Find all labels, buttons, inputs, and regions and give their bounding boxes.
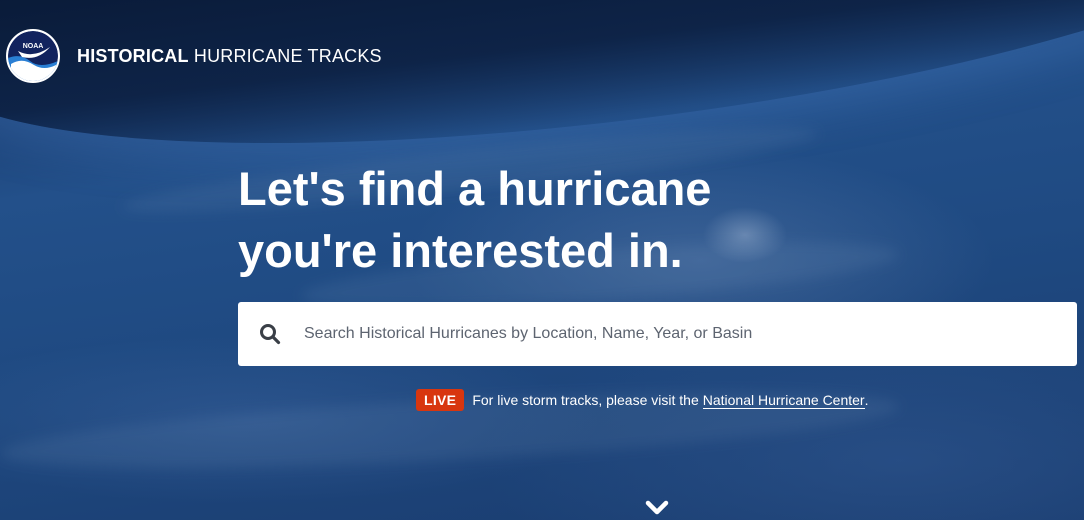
site-title[interactable]: HISTORICAL HURRICANE TRACKS [77, 46, 382, 67]
headline-line-1: Let's find a hurricane [238, 162, 712, 215]
hero-section: NOAA HISTORICAL HURRICANE TRACKS Let's f… [0, 0, 1084, 520]
search-icon[interactable] [238, 323, 302, 345]
live-notice-suffix: . [864, 392, 869, 408]
search-input[interactable] [302, 313, 1046, 355]
headline-line-2: you're interested in. [238, 224, 683, 277]
noaa-logo[interactable]: NOAA [6, 29, 60, 83]
search-bar[interactable] [238, 302, 1077, 366]
national-hurricane-center-link[interactable]: National Hurricane Center [702, 392, 865, 409]
live-notice-text: For live storm tracks, please visit the [472, 392, 699, 408]
site-header: NOAA HISTORICAL HURRICANE TRACKS [6, 28, 382, 84]
logo-lettering: NOAA [23, 43, 44, 50]
page-headline: Let's find a hurricane you're interested… [238, 158, 938, 282]
site-title-light: HURRICANE TRACKS [193, 45, 382, 66]
site-title-strong: HISTORICAL [77, 45, 189, 66]
noaa-logo-icon: NOAA [8, 31, 58, 81]
live-badge: LIVE [416, 389, 465, 411]
chevron-down-icon [645, 500, 669, 515]
live-notice: LIVE For live storm tracks, please visit… [416, 389, 868, 411]
scroll-down-button[interactable] [645, 498, 669, 518]
